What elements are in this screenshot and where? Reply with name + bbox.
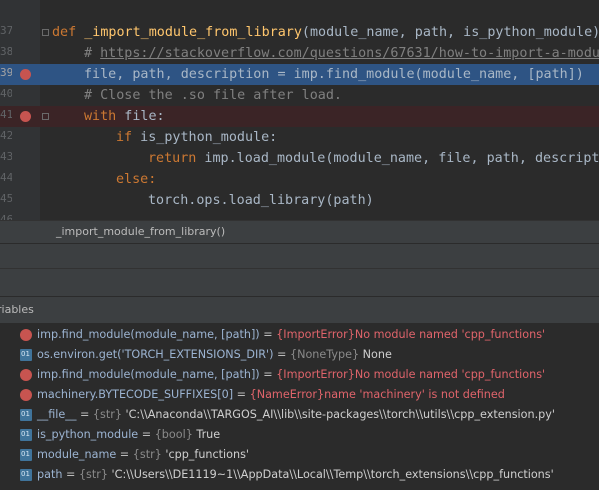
code-text: file, path, description = imp.find_modul… [84,67,584,82]
variable-row[interactable]: os.environ.get('TORCH_EXTENSIONS_DIR') =… [0,345,599,365]
fold-icon[interactable] [42,113,49,120]
line-number: 38 [0,45,12,58]
debug-toolbar [0,268,599,297]
code-text: return imp.load_module(module_name, file… [148,151,599,166]
line-number: 46 [0,213,12,220]
error-icon [20,329,32,341]
variable-row[interactable]: module_name = {str} 'cpp_functions' [0,445,599,465]
error-icon [20,389,32,401]
object-icon [20,349,32,361]
line-number: 39 [0,66,12,79]
code-text: torch.ops.load_library(path) [148,193,374,208]
variable-row[interactable]: machinery.BYTECODE_SUFFIXES[0] = {NameEr… [0,385,599,405]
error-icon [20,369,32,381]
line-number: 43 [0,150,12,163]
debug-tool-strip [0,243,599,269]
fold-icon[interactable] [42,29,49,36]
line-number: 45 [0,192,12,205]
code-text: if is_python_module: [116,130,278,145]
code-line[interactable]: 40 # Close the .so file after load. [0,85,599,106]
object-icon [20,429,32,441]
code-line[interactable]: 42 if is_python_module: [0,127,599,148]
variable-row[interactable]: is_python_module = {bool} True [0,425,599,445]
line-number: 37 [0,24,12,37]
object-icon [20,449,32,461]
breakpoint-icon[interactable] [20,69,31,80]
current-execution-line[interactable]: 39 file, path, description = imp.find_mo… [0,64,599,85]
breadcrumb-item[interactable]: _import_module_from_library() [56,225,225,238]
line-number: 41 [0,108,12,121]
code-line[interactable]: 38 # https://stackoverflow.com/questions… [0,43,599,64]
variable-row[interactable]: imp.find_module(module_name, [path]) = {… [0,325,599,345]
code-text: else: [116,172,157,187]
breakpoint-icon[interactable] [20,111,31,122]
code-line[interactable]: 43 return imp.load_module(module_name, f… [0,148,599,169]
code-text: # https://stackoverflow.com/questions/67… [84,44,599,63]
variables-panel-title: riables [0,303,34,316]
code-line[interactable]: 44 else: [0,169,599,190]
code-text: with file: [84,109,165,124]
breadcrumb[interactable]: _import_module_from_library() [0,220,599,243]
breakpoint-line[interactable]: 41 with file: [0,106,599,127]
variable-row[interactable]: imp.find_module(module_name, [path]) = {… [0,365,599,385]
code-line[interactable]: 46 [0,211,599,220]
code-editor[interactable]: 37 def _import_module_from_library(modul… [0,0,599,220]
code-line[interactable]: 37 def _import_module_from_library(modul… [0,22,599,43]
code-text: def _import_module_from_library(module_n… [52,25,599,40]
code-line[interactable]: 45 torch.ops.load_library(path) [0,190,599,211]
comment-link[interactable]: https://stackoverflow.com/questions/6763… [100,46,599,61]
line-number: 44 [0,171,12,184]
variables-panel-header: riables [0,296,599,324]
code-text: # Close the .so file after load. [84,88,342,103]
variable-row[interactable]: __file__ = {str} 'C:\\Anaconda\\TARGOS_A… [0,405,599,425]
line-number: 40 [0,87,12,100]
variable-row[interactable]: path = {str} 'C:\\Users\\DE1119~1\\AppDa… [0,465,599,485]
line-number: 42 [0,129,12,142]
code-line[interactable] [0,1,599,22]
variables-panel[interactable]: imp.find_module(module_name, [path]) = {… [0,323,599,490]
object-icon [20,409,32,421]
object-icon [20,469,32,481]
